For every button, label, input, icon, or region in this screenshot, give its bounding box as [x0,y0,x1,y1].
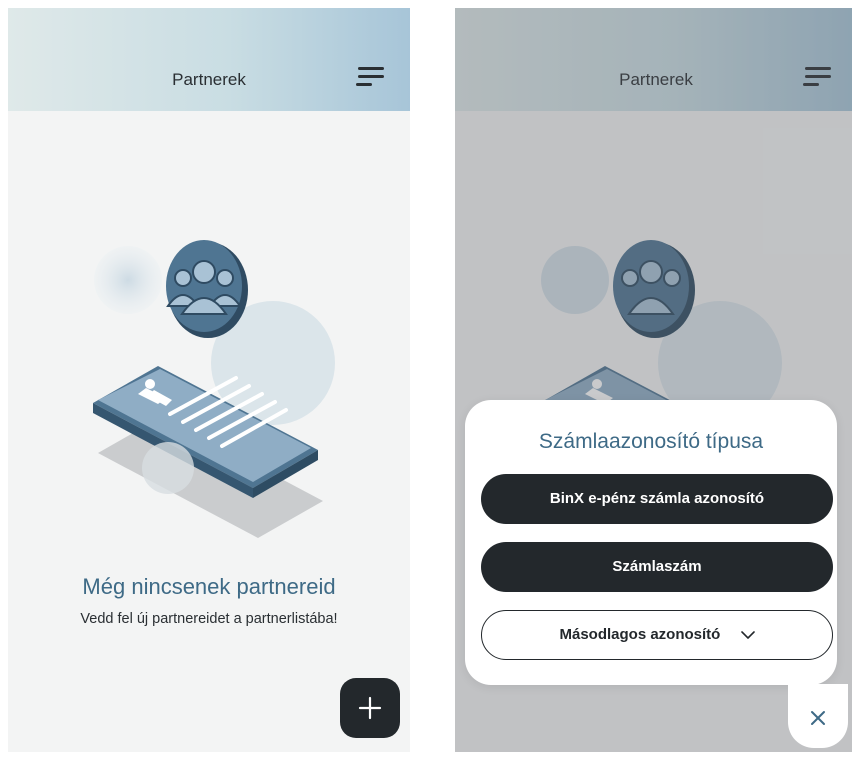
option-label: Számlaszám [612,558,702,575]
account-number-option-button[interactable]: Számlaszám [481,542,833,592]
empty-state-subtitle: Vedd fel új partnereidet a partnerlistáb… [80,611,338,627]
sheet-title: Számlaazonosító típusa [538,430,764,453]
add-partner-button[interactable] [340,678,400,738]
partners-screen-empty: Partnerek Még nincsenek partnereid Vedd … [8,8,410,752]
secondary-id-dropdown[interactable]: Másodlagos azonosító [481,610,833,660]
chevron-down-icon [740,631,755,639]
app-header: Partnerek [8,8,410,111]
partners-screen-modal: Partnerek Számlaazonosító típusa BinX e-… [455,8,852,752]
empty-state-title: Még nincsenek partnereid [82,574,336,599]
menu-button[interactable] [356,66,384,88]
close-sheet-button[interactable] [788,684,848,748]
page-title: Partnerek [172,70,246,89]
option-label: Másodlagos azonosító [559,626,721,643]
option-label: BinX e-pénz számla azonosító [549,490,765,507]
account-id-type-sheet: Számlaazonosító típusa BinX e-pénz száml… [465,400,837,685]
close-icon [811,711,825,725]
binx-id-option-button[interactable]: BinX e-pénz számla azonosító [481,474,833,524]
menu-icon [358,67,384,70]
plus-icon [358,696,382,720]
empty-partners-illustration [93,240,335,538]
